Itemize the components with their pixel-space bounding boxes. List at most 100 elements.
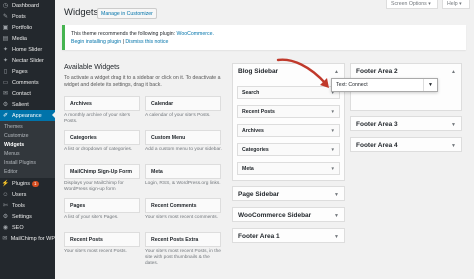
slider-icon: ✦	[2, 47, 9, 53]
plugin-notice: This theme recommends the following plug…	[62, 25, 466, 50]
expand-arrow-icon[interactable]: ▼	[331, 147, 335, 152]
submenu-item-editor[interactable]: Editor	[0, 167, 55, 176]
collapse-arrow-icon[interactable]: ▲	[334, 69, 339, 75]
widget-tile[interactable]: Archives	[64, 96, 140, 111]
portfolio-icon: ▣	[2, 25, 9, 31]
blog-sidebar: Blog Sidebar ▲ Search ▼ Recent Posts ▼ Archi…	[232, 63, 345, 181]
menu-item-dashboard[interactable]: ◷ Dashboard	[0, 0, 55, 11]
widget-tile[interactable]: Pages	[64, 198, 140, 213]
menu-item-home-slider[interactable]: ✦ Home Slider	[0, 44, 55, 55]
widget-description: Add a custom menu to your sidebar.	[145, 147, 222, 152]
widget-description: Displays your MailChimp for WordPress si…	[64, 181, 124, 192]
blog-sidebar-header[interactable]: Blog Sidebar ▲	[233, 64, 344, 79]
widget-tile[interactable]: MailChimp Sign-Up Form	[64, 164, 140, 179]
expand-arrow-icon[interactable]: ▼	[331, 128, 335, 133]
menu-item-label: Plugins	[12, 180, 31, 187]
menu-item-label: Portfolio	[12, 24, 33, 31]
menu-item-users[interactable]: ☺ Users	[0, 189, 55, 200]
menu-item-label: Salient	[12, 101, 29, 108]
comment-icon: ▭	[2, 80, 9, 86]
dragged-text-widget[interactable]: Text: Connect ▼	[331, 78, 438, 92]
page-sidebar-title: Page Sidebar	[238, 191, 280, 198]
expand-arrow-icon[interactable]: ▼	[451, 122, 456, 128]
page-sidebar[interactable]: Page Sidebar ▼	[232, 186, 345, 201]
submenu-item-themes[interactable]: Themes	[0, 122, 55, 131]
menu-item-label: Media	[12, 35, 27, 42]
expand-arrow-icon[interactable]: ▼	[451, 143, 456, 149]
expand-arrow-icon[interactable]: ▼	[334, 213, 339, 219]
mail-icon: ✉	[2, 91, 9, 97]
woocommerce-sidebar-title: WooCommerce Sidebar	[238, 212, 312, 219]
available-widgets-description: To activate a widget drag it to a sideba…	[64, 75, 221, 88]
sidebar-widget[interactable]: Recent Posts ▼	[237, 105, 340, 118]
paintbrush-icon: ✐	[2, 113, 9, 119]
users-icon: ☺	[2, 191, 9, 198]
menu-item-plugins[interactable]: ⚡ Plugins 1	[0, 178, 55, 189]
collapse-arrow-icon[interactable]: ▲	[451, 69, 456, 75]
dismiss-notice-link[interactable]: Dismiss this notice	[125, 39, 168, 45]
sidebar-widget-label: Archives	[242, 127, 264, 134]
sidebar-widget[interactable]: Search ▼	[237, 86, 340, 99]
menu-item-label: Nectar Slider	[12, 57, 44, 64]
menu-item-comments[interactable]: ▭ Comments	[0, 77, 55, 88]
menu-item-label: Pages	[12, 68, 28, 75]
widget-description: A list or dropdown of categories.	[64, 147, 133, 152]
menu-item-salient[interactable]: ⚙ Salient	[0, 99, 55, 110]
expand-arrow-icon[interactable]: ▼	[334, 192, 339, 198]
menu-item-posts[interactable]: ✎ Posts	[0, 11, 55, 22]
expand-arrow-icon[interactable]: ▼	[331, 109, 335, 114]
begin-installing-link[interactable]: Begin installing plugin	[71, 39, 121, 45]
woocommerce-sidebar[interactable]: WooCommerce Sidebar ▼	[232, 207, 345, 222]
slider-icon: ✦	[2, 58, 9, 64]
footer-area-3[interactable]: Footer Area 3 ▼	[350, 116, 462, 131]
widget-description: Login, RSS, & WordPress.org links.	[145, 181, 221, 186]
widget-tile[interactable]: Recent Posts Extra	[145, 232, 221, 247]
sidebar-widget-label: Meta	[242, 165, 254, 172]
submenu-item-widgets[interactable]: Widgets	[0, 140, 55, 149]
sidebar-widget[interactable]: Categories ▼	[237, 143, 340, 156]
submenu-item-customize[interactable]: Customize	[0, 131, 55, 140]
widget-tile[interactable]: Meta	[145, 164, 221, 179]
submenu-item-install-plugins[interactable]: Install Plugins	[0, 158, 55, 167]
menu-item-appearance[interactable]: ✐ Appearance	[0, 110, 55, 121]
widget-dropdown-icon[interactable]: ▼	[423, 79, 437, 91]
notice-plugin-link[interactable]: WooCommerce.	[177, 31, 214, 37]
menu-item-tools[interactable]: ✄ Tools	[0, 200, 55, 211]
widget-description: A list of your site's Pages.	[64, 215, 119, 220]
manage-in-customizer-button[interactable]: Manage in Customizer	[97, 8, 157, 19]
footer-area-1-title: Footer Area 1	[238, 233, 280, 240]
sidebar-widget[interactable]: Archives ▼	[237, 124, 340, 137]
menu-item-seo[interactable]: ◉ SEO	[0, 222, 55, 233]
widget-tile[interactable]: Recent Posts	[64, 232, 140, 247]
menu-item-portfolio[interactable]: ▣ Portfolio	[0, 22, 55, 33]
menu-item-contact[interactable]: ✉ Contact	[0, 88, 55, 99]
widget-description: Your site's most recent Posts, in the si…	[145, 249, 221, 266]
menu-item-label: Tools	[12, 202, 25, 209]
widget-tile[interactable]: Custom Menu	[145, 130, 221, 145]
widget-description: A monthly archive of your site's Posts.	[64, 113, 130, 124]
menu-item-mailchimp-for-wp[interactable]: ✉ MailChimp for WP	[0, 233, 55, 244]
menu-item-media[interactable]: ▤ Media	[0, 33, 55, 44]
widget-tile[interactable]: Calendar	[145, 96, 221, 111]
menu-item-label: Posts	[12, 13, 26, 20]
menu-item-label: Dashboard	[12, 2, 39, 9]
widget-tile[interactable]: Recent Comments	[145, 198, 221, 213]
menu-item-nectar-slider[interactable]: ✦ Nectar Slider	[0, 55, 55, 66]
widget-tile[interactable]: Categories	[64, 130, 140, 145]
help-button[interactable]: Help ▾	[442, 0, 470, 9]
seo-icon: ◉	[2, 225, 9, 231]
footer-area-1[interactable]: Footer Area 1 ▼	[232, 228, 345, 243]
screen-options-button[interactable]: Screen Options ▾	[386, 0, 438, 9]
footer-area-4[interactable]: Footer Area 4 ▼	[350, 137, 462, 152]
menu-item-settings[interactable]: ⚙ Settings	[0, 211, 55, 222]
mailchimp-icon: ✉	[2, 236, 8, 242]
menu-item-label: Contact	[12, 90, 31, 97]
expand-arrow-icon[interactable]: ▼	[334, 234, 339, 240]
menu-item-label: Home Slider	[12, 46, 43, 53]
menu-item-pages[interactable]: ▯ Pages	[0, 66, 55, 77]
sidebar-widget[interactable]: Meta ▼	[237, 162, 340, 175]
submenu-item-menus[interactable]: Menus	[0, 149, 55, 158]
widget-description: Your site's most recent Posts.	[64, 249, 127, 254]
dashboard-icon: ◷	[2, 3, 9, 9]
expand-arrow-icon[interactable]: ▼	[331, 166, 335, 171]
